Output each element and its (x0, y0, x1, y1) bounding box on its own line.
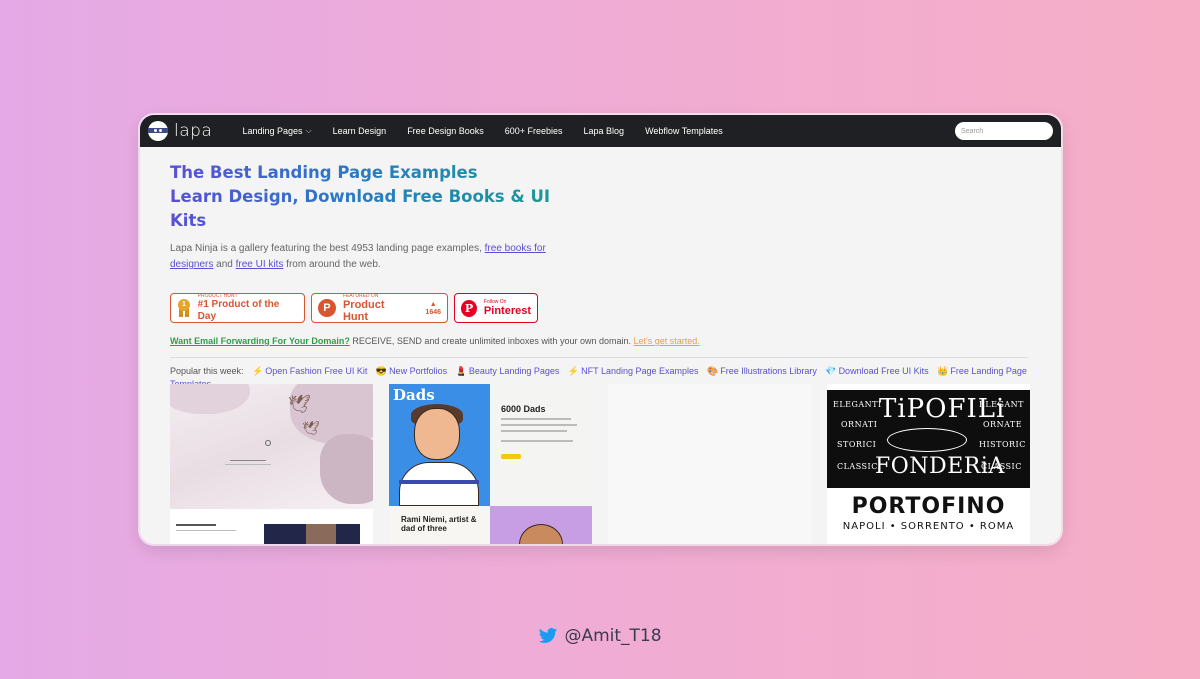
popular-item[interactable]: ⚡ Open Fashion Free UI Kit (252, 366, 367, 376)
upvote-triangle-icon: ▲ (429, 300, 437, 308)
gallery-card[interactable]: ELEGANTI ORNATI STORICI CLASSICI ELEGANT… (827, 384, 1030, 544)
main-content: The Best Landing Page Examples Learn Des… (140, 147, 1061, 391)
title-line-2: Learn Design, Download Free Books & UI K… (170, 187, 551, 230)
desc-text: from around the web. (283, 259, 381, 270)
card-logotype: TiPOFILi (879, 394, 1006, 424)
promo-text: RECEIVE, SEND and create unlimited inbox… (349, 336, 634, 346)
ninja-logo-icon (148, 121, 168, 141)
gallery-card-loading[interactable] (608, 384, 811, 544)
page-title: The Best Landing Page Examples Learn Des… (170, 161, 590, 233)
email-promo: Want Email Forwarding For Your Domain? R… (170, 336, 1028, 358)
twitter-handle: @Amit_T18 (564, 626, 662, 646)
card-subline: NAPOLI • SORRENTO • ROMA (842, 521, 1015, 532)
nav-lapa-blog[interactable]: Lapa Blog (573, 126, 635, 136)
crown-icon: 👑 (937, 366, 949, 376)
search-input[interactable]: Search (955, 122, 1053, 140)
twitter-bird-icon (539, 628, 558, 643)
nav-landing-pages[interactable]: Landing Pages ⌵ (232, 126, 322, 136)
badge-big-text: #1 Product of the Day (197, 299, 280, 322)
gallery-card[interactable]: 🕊 🕊 (170, 384, 373, 544)
card-headline: PORTOFINO (851, 494, 1006, 519)
popular-label: Popular this week: (170, 366, 244, 376)
popular-item[interactable]: 💎 Download Free UI Kits (825, 366, 928, 376)
lightning-icon: ⚡ (252, 366, 264, 376)
browser-window: lapa Landing Pages ⌵ Learn Design Free De… (140, 115, 1061, 544)
pinterest-icon: P (461, 299, 477, 317)
desc-text: and (213, 259, 236, 270)
ornament-text: ELEGANTI (833, 400, 882, 409)
footer-credit: @Amit_T18 (0, 626, 1200, 646)
badge-big-text: Product Hunt (342, 299, 385, 323)
popular-item[interactable]: 💄 Beauty Landing Pages (456, 366, 560, 376)
title-line-1: The Best Landing Page Examples (170, 163, 478, 182)
logo-text: lapa (174, 121, 213, 141)
nav-webflow-templates[interactable]: Webflow Templates (635, 126, 734, 136)
badge-big-text: Pinterest (483, 305, 531, 317)
nav-freebies[interactable]: 600+ Freebies (494, 126, 573, 136)
card-heading: 6000 Dads (501, 404, 546, 414)
email-forwarding-link[interactable]: Want Email Forwarding For Your Domain? (170, 336, 350, 346)
bird-image: 🕊 (302, 420, 320, 436)
gem-icon: 💎 (825, 366, 837, 376)
main-nav: Landing Pages ⌵ Learn Design Free Design … (232, 126, 733, 136)
pinterest-badge[interactable]: P Follow On Pinterest (454, 293, 538, 323)
bird-image: 🕊 (288, 394, 311, 414)
gallery-card[interactable]: Dads 6000 Dads Rami Niemi, artist & dad … (389, 384, 592, 544)
ornament-text: STORICI (837, 440, 877, 449)
ornament-text: HISTORIC (979, 440, 1026, 449)
popular-item[interactable]: 😎 New Portfolios (376, 366, 447, 376)
gallery-grid: 🕊 🕊 Dads 6000 Dads Rami Niemi, artist & … (170, 384, 1030, 544)
nav-free-design-books[interactable]: Free Design Books (397, 126, 495, 136)
nav-label: Landing Pages (242, 126, 303, 136)
upvote-count: ▲ 1646 (425, 301, 441, 316)
desc-text: Lapa Ninja is a gallery featuring the be… (170, 243, 485, 254)
chevron-down-icon: ⌵ (305, 126, 312, 135)
product-hunt-icon: P (318, 299, 336, 317)
logo[interactable]: lapa (148, 121, 232, 141)
card-subheading: Rami Niemi, artist & dad of three (401, 515, 477, 533)
palette-icon: 🎨 (707, 366, 719, 376)
product-of-day-badge[interactable]: 1 PRODUCT HUNT #1 Product of the Day (170, 293, 305, 323)
vote-number: 1646 (425, 308, 441, 316)
lipstick-icon: 💄 (455, 366, 467, 376)
badge-row: 1 PRODUCT HUNT #1 Product of the Day P F… (170, 293, 1031, 323)
lightning-icon: ⚡ (567, 366, 580, 376)
ornament-text: ORNATI (841, 420, 878, 429)
sunglasses-icon: 😎 (375, 366, 388, 376)
popular-item[interactable]: ⚡ NFT Landing Page Examples (568, 366, 699, 376)
featured-product-hunt-badge[interactable]: P FEATURED ON Product Hunt ▲ 1646 (311, 293, 448, 323)
nav-learn-design[interactable]: Learn Design (322, 126, 397, 136)
card-logotype: FONDERiA (875, 454, 1005, 479)
free-ui-kits-link[interactable]: free UI kits (236, 259, 284, 270)
top-navbar: lapa Landing Pages ⌵ Learn Design Free De… (140, 115, 1061, 147)
popular-item[interactable]: 🎨 Free Illustrations Library (707, 366, 817, 376)
hero-description: Lapa Ninja is a gallery featuring the be… (170, 241, 570, 273)
get-started-link[interactable]: Let's get started. (633, 336, 699, 346)
medal-icon: 1 (177, 299, 191, 317)
card-title: Dads (393, 386, 435, 404)
